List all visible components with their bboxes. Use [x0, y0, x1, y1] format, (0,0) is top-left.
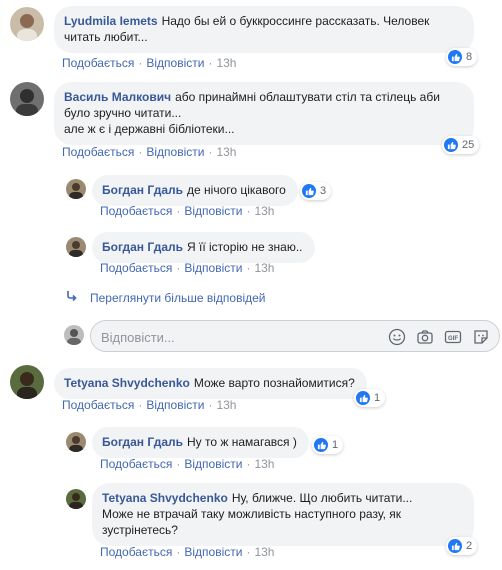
- comment-author[interactable]: Богдан Гдаль: [102, 435, 183, 449]
- reaction-number: 3: [320, 185, 327, 197]
- timestamp[interactable]: 13h: [254, 261, 274, 275]
- comment-actions: Подобається · Відповісти · 13h: [62, 145, 237, 159]
- reaction-number: 1: [332, 439, 339, 451]
- reply-button[interactable]: Відповісти: [184, 545, 242, 559]
- reply-button[interactable]: Відповісти: [184, 204, 242, 218]
- avatar[interactable]: [10, 7, 44, 41]
- timestamp[interactable]: 13h: [254, 545, 274, 559]
- comment-actions: Подобається · Відповісти · 13h: [100, 204, 275, 218]
- like-icon: [448, 50, 462, 64]
- timestamp[interactable]: 13h: [216, 145, 236, 159]
- current-user-avatar: [64, 325, 84, 345]
- like-button[interactable]: Подобається: [62, 398, 134, 412]
- reaction-number: 8: [466, 51, 473, 63]
- comment-bubble: Tetyana Shvydchenko Може варто познайомит…: [54, 368, 367, 399]
- comment-actions: Подобається · Відповісти · 13h: [62, 398, 237, 412]
- reaction-number: 1: [374, 392, 381, 404]
- like-icon: [356, 391, 370, 405]
- like-button[interactable]: Подобається: [100, 261, 172, 275]
- comment-bubble: Lyudmila Iemets Надо бы ей о буккроссинге…: [54, 6, 474, 53]
- like-button[interactable]: Подобається: [100, 545, 172, 559]
- like-icon: [448, 539, 462, 553]
- view-more-replies-label: Переглянути більше відповідей: [90, 290, 266, 305]
- reaction-count[interactable]: 1: [312, 436, 344, 454]
- camera-icon[interactable]: [415, 327, 435, 347]
- reaction-number: 25: [462, 139, 475, 151]
- view-more-replies-link[interactable]: Переглянути більше відповідей: [66, 290, 265, 305]
- reaction-number: 2: [466, 540, 473, 552]
- timestamp[interactable]: 13h: [254, 204, 274, 218]
- avatar[interactable]: [10, 82, 44, 116]
- like-icon: [444, 138, 458, 152]
- comment-text: Я її історію не знаю..: [187, 240, 303, 254]
- timestamp[interactable]: 13h: [216, 398, 236, 412]
- like-button[interactable]: Подобається: [100, 204, 172, 218]
- gif-icon[interactable]: GIF: [443, 327, 463, 347]
- reaction-count[interactable]: 1: [354, 389, 386, 407]
- reply-button[interactable]: Відповісти: [146, 145, 204, 159]
- comment-actions: Подобається · Відповісти · 13h: [100, 261, 275, 275]
- comment-author[interactable]: Богдан Гдаль: [102, 240, 183, 254]
- comment-actions: Подобається · Відповісти · 13h: [62, 56, 237, 70]
- timestamp[interactable]: 13h: [216, 56, 236, 70]
- composer-icons: GIF: [379, 327, 491, 347]
- reaction-count[interactable]: 25: [442, 136, 480, 154]
- like-button[interactable]: Подобається: [62, 145, 134, 159]
- comment-bubble: Василь Малкович або принаймні облаштувати…: [54, 82, 474, 145]
- emoji-icon[interactable]: [387, 327, 407, 347]
- comment-bubble: Богдан Гдаль де нічого цікавого: [92, 175, 298, 206]
- like-button[interactable]: Подобається: [100, 457, 172, 471]
- comment-author[interactable]: Василь Малкович: [64, 90, 171, 104]
- like-icon: [302, 184, 316, 198]
- reply-button[interactable]: Відповісти: [184, 457, 242, 471]
- svg-text:GIF: GIF: [448, 336, 458, 342]
- comment-actions: Подобається · Відповісти · 13h: [100, 457, 275, 471]
- comment-author[interactable]: Богдан Гдаль: [102, 183, 183, 197]
- sticker-icon[interactable]: [471, 327, 491, 347]
- reply-button[interactable]: Відповісти: [184, 261, 242, 275]
- comment-author[interactable]: Tetyana Shvydchenko: [102, 491, 228, 505]
- avatar[interactable]: [66, 237, 86, 257]
- comment-bubble: Богдан Гдаль Ну то ж намагався ): [92, 427, 309, 458]
- like-button[interactable]: Подобається: [62, 56, 134, 70]
- reply-button[interactable]: Відповісти: [146, 56, 204, 70]
- comment-author[interactable]: Lyudmila Iemets: [64, 14, 158, 28]
- timestamp[interactable]: 13h: [254, 457, 274, 471]
- reaction-count[interactable]: 2: [446, 537, 478, 555]
- avatar[interactable]: [66, 432, 86, 452]
- reply-button[interactable]: Відповісти: [146, 398, 204, 412]
- comment-text: Може варто познайомитися?: [193, 376, 355, 390]
- avatar[interactable]: [10, 365, 44, 399]
- comment-author[interactable]: Tetyana Shvydchenko: [64, 376, 190, 390]
- comment-text: де нічого цікавого: [187, 183, 286, 197]
- comment-bubble: Tetyana Shvydchenko Ну, ближче. Що любить…: [92, 483, 474, 546]
- comment-text: Ну то ж намагався ): [187, 435, 297, 449]
- comment-actions: Подобається · Відповісти · 13h: [100, 545, 275, 559]
- comment-bubble: Богдан Гдаль Я її історію не знаю..: [92, 232, 315, 263]
- reply-input[interactable]: [101, 327, 361, 347]
- avatar[interactable]: [66, 179, 86, 199]
- reply-composer[interactable]: GIF: [90, 320, 500, 352]
- avatar[interactable]: [66, 489, 86, 509]
- reply-arrow-icon: [66, 290, 80, 305]
- reaction-count[interactable]: 3: [300, 182, 332, 200]
- reaction-count[interactable]: 8: [446, 48, 478, 66]
- like-icon: [314, 438, 328, 452]
